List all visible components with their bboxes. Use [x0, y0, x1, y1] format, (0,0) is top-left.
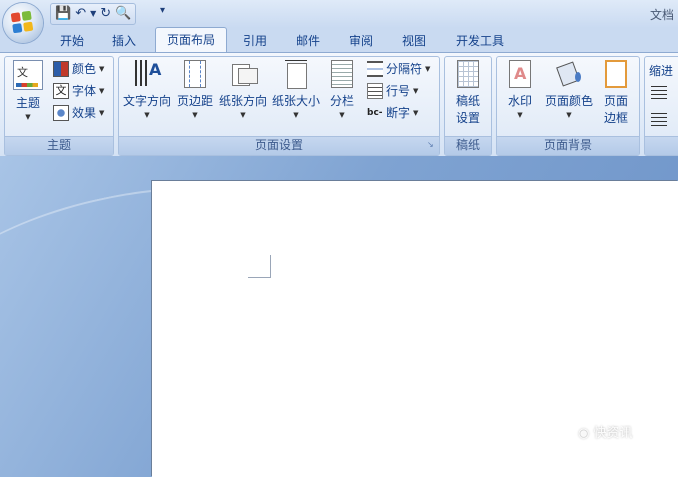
chevron-down-icon: ▼ [293, 111, 299, 119]
tab-mailings[interactable]: 邮件 [289, 31, 327, 53]
orientation-label: 纸张方向 [218, 94, 267, 108]
chevron-down-icon: ▼ [99, 86, 105, 95]
customize-qat-icon[interactable]: ▾ [160, 5, 165, 16]
line-numbers-button[interactable]: 行号 ▼ [367, 82, 418, 99]
group-label-paragraph [645, 136, 678, 155]
columns-button[interactable]: 分栏 ▼ [326, 60, 358, 119]
watermark-icon: A [509, 60, 531, 88]
hyphenation-button[interactable]: bc- 断字 ▼ [367, 104, 418, 121]
undo-dropdown-icon[interactable]: ▼ [90, 5, 96, 23]
page-color-button[interactable]: 页面颜色 ▼ [542, 60, 596, 119]
paint-bucket-icon [555, 60, 583, 88]
themes-icon: 文 [13, 60, 43, 90]
manuscript-setup-label-1: 稿纸 [455, 94, 480, 108]
indent-right-icon-glyph [651, 113, 667, 129]
undo-icon[interactable]: ↶ [75, 5, 86, 23]
redo-icon[interactable]: ↻ [100, 5, 111, 23]
palette-icon [53, 60, 69, 77]
page-borders-label-1: 页面 [603, 94, 628, 108]
tab-home[interactable]: 开始 [54, 31, 90, 53]
theme-fonts-label: 字体 [72, 84, 97, 98]
group-label-page-setup: 页面设置 [119, 136, 439, 155]
quick-access-toolbar: 💾 ↶ ▼ ↻ 🔍 [50, 3, 137, 25]
margin-corner-mark [248, 255, 271, 278]
indent-right-icon[interactable] [651, 113, 667, 129]
breaks-button[interactable]: 分隔符 ▼ [367, 60, 430, 77]
indent-left-icon[interactable] [651, 86, 667, 102]
text-direction-icon: A [133, 60, 161, 88]
chevron-down-icon: ▼ [99, 108, 105, 117]
tab-developer[interactable]: 开发工具 [450, 31, 510, 53]
hyphenation-icon: bc- [367, 107, 383, 118]
page-borders-button[interactable]: 页面 边框 [598, 60, 634, 126]
orientation-icon [229, 60, 258, 88]
hyphenation-label: 断字 [386, 106, 411, 120]
page-color-label: 页面颜色 [544, 94, 593, 108]
page-borders-icon [605, 60, 627, 88]
line-numbers-label: 行号 [386, 84, 411, 98]
chevron-down-icon: ▼ [240, 111, 246, 119]
window-title: 文档 [650, 8, 675, 22]
breaks-icon [367, 60, 383, 77]
margins-button[interactable]: 页边距 ▼ [175, 60, 215, 119]
watermark-logo-icon: ◉ 快资讯 [578, 426, 633, 441]
print-preview-icon[interactable]: 🔍 [115, 5, 131, 23]
line-numbers-icon [367, 82, 383, 99]
chevron-down-icon: ▼ [413, 86, 419, 95]
chevron-down-icon: ▼ [413, 108, 419, 117]
effects-icon [53, 104, 69, 121]
indent-label: 缩进 [649, 64, 674, 78]
chevron-down-icon: ▼ [192, 111, 198, 119]
chevron-down-icon: ▼ [339, 111, 345, 119]
page-borders-label-2: 边框 [603, 111, 628, 125]
office-logo-icon [10, 10, 34, 34]
breaks-label: 分隔符 [386, 62, 423, 76]
theme-effects-button[interactable]: 效果 ▼ [53, 104, 104, 121]
save-icon[interactable]: 💾 [55, 5, 71, 23]
chevron-down-icon: ▼ [144, 111, 150, 119]
group-label-themes: 主题 [5, 136, 113, 155]
themes-label: 主题 [15, 96, 40, 110]
margins-icon [184, 60, 206, 88]
paper-size-button[interactable]: 纸张大小 ▼ [270, 60, 322, 119]
watermark-label: 水印 [507, 94, 532, 108]
theme-fonts-button[interactable]: 文 字体 ▼ [53, 82, 104, 99]
theme-colors-label: 颜色 [72, 62, 97, 76]
columns-icon [331, 60, 353, 88]
chevron-down-icon: ▼ [99, 64, 105, 73]
text-direction-label: 文字方向 [122, 94, 171, 108]
chevron-down-icon: ▼ [425, 64, 431, 73]
indent-left-icon-glyph [651, 86, 667, 102]
paper-size-icon [282, 60, 310, 89]
tab-strip [0, 28, 678, 53]
group-label-manuscript: 稿纸 [445, 136, 491, 155]
page-setup-launcher-icon[interactable]: ↘ [427, 140, 434, 149]
manuscript-setup-button[interactable]: 稿纸 设置 [448, 60, 488, 126]
chevron-down-icon: ▼ [25, 113, 31, 121]
font-icon: 文 [53, 82, 69, 99]
tab-page-layout[interactable]: 页面布局 [155, 27, 227, 54]
margins-label: 页边距 [176, 94, 213, 108]
columns-label: 分栏 [329, 94, 354, 108]
chevron-down-icon: ▼ [566, 111, 572, 119]
group-label-page-background: 页面背景 [497, 136, 639, 155]
tab-review[interactable]: 审阅 [342, 31, 380, 53]
tab-references[interactable]: 引用 [236, 31, 274, 53]
manuscript-setup-label-2: 设置 [455, 111, 480, 125]
theme-colors-button[interactable]: 颜色 ▼ [53, 60, 104, 77]
text-direction-button[interactable]: A 文字方向 ▼ [121, 60, 173, 119]
theme-effects-label: 效果 [72, 106, 97, 120]
tab-view[interactable]: 视图 [395, 31, 433, 53]
tab-insert[interactable]: 插入 [106, 31, 142, 53]
chevron-down-icon: ▼ [517, 111, 523, 119]
orientation-button[interactable]: 纸张方向 ▼ [217, 60, 269, 119]
themes-button[interactable]: 文 主题 ▼ [10, 60, 46, 121]
paper-size-label: 纸张大小 [271, 94, 320, 108]
manuscript-grid-icon [457, 60, 479, 88]
watermark-button[interactable]: A 水印 ▼ [500, 60, 540, 119]
